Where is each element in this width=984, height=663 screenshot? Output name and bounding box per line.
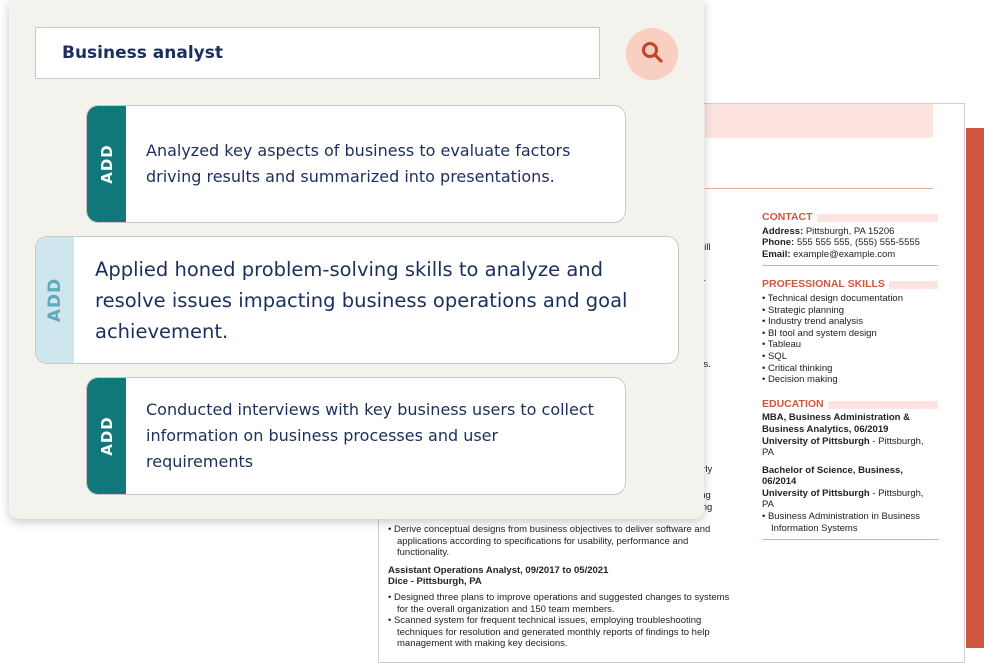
phone-value: 555 555 555, (555) 555-5555 (796, 237, 920, 249)
skill-item: • SQL (762, 350, 787, 362)
education-section: EDUCATION MBA, Business Administration &… (762, 397, 938, 541)
email-value: example@example.com (793, 248, 896, 260)
address-label: Address: (762, 225, 804, 237)
suggestion-text: Analyzed key aspects of business to eval… (146, 141, 571, 186)
education-heading: EDUCATION (762, 397, 824, 410)
experience-bullet: • Scanned system for frequent technical … (388, 615, 710, 650)
add-button[interactable]: ADD (87, 378, 126, 494)
job-company: Dice - Pittsburgh, PA (388, 576, 482, 588)
experience-section: • Derive conceptual designs from busines… (388, 524, 743, 650)
search-button[interactable] (626, 28, 678, 80)
address-value: Pittsburgh, PA 15206 (805, 225, 895, 237)
suggestion-card-hovered[interactable]: ADD Applied honed problem-solving skills… (35, 236, 679, 364)
suggestion-card[interactable]: ADD Conducted interviews with key busine… (86, 377, 626, 495)
experience-bullet: • Designed three plans to improve operat… (388, 591, 730, 615)
add-button[interactable]: ADD (36, 237, 74, 363)
skill-item: • Industry trend analysis (762, 316, 864, 328)
resume-sidebar: CONTACT Address: Pittsburgh, PA 15206 Ph… (762, 211, 938, 553)
degree-1: MBA, Business Administration & Business … (762, 412, 910, 435)
contact-section: CONTACT Address: Pittsburgh, PA 15206 Ph… (762, 211, 938, 267)
search-icon (640, 40, 664, 68)
skills-heading: PROFESSIONAL SKILLS (762, 278, 885, 291)
school-2: University of Pittsburgh (762, 487, 870, 499)
search-input[interactable]: Business analyst (35, 27, 600, 79)
resume-header-band (705, 104, 933, 138)
contact-heading: CONTACT (762, 211, 813, 223)
resume-header-rule (705, 188, 933, 189)
email-label: Email: (762, 248, 791, 260)
experience-bullet: • Derive conceptual designs from busines… (388, 524, 711, 559)
search-query: Business analyst (62, 43, 223, 63)
suggestion-card[interactable]: ADD Analyzed key aspects of business to … (86, 105, 626, 223)
school-1: University of Pittsburgh (762, 435, 870, 447)
skill-item: • Decision making (762, 374, 838, 386)
suggestion-text: Conducted interviews with key business u… (146, 400, 594, 471)
suggestion-panel: Business analyst ADD Analyzed key aspect… (9, 0, 704, 519)
degree-2: Bachelor of Science, Business, 06/2014 (762, 464, 903, 488)
add-button[interactable]: ADD (87, 106, 126, 222)
skill-item: • BI tool and system design (762, 327, 877, 339)
phone-label: Phone: (762, 237, 795, 249)
suggestion-text: Applied honed problem-solving skills to … (95, 257, 628, 343)
skills-section: PROFESSIONAL SKILLS • Technical design d… (762, 279, 938, 385)
skill-item: • Tableau (762, 339, 802, 351)
skill-item: • Strategic planning (762, 304, 845, 316)
job-title: Assistant Operations Analyst, 09/2017 to… (388, 564, 609, 576)
skill-item: • Technical design documentation (762, 292, 903, 304)
skill-item: • Critical thinking (762, 362, 833, 374)
education-note: • Business Administration in Business In… (762, 511, 921, 534)
resume-accent-bar (966, 128, 984, 648)
